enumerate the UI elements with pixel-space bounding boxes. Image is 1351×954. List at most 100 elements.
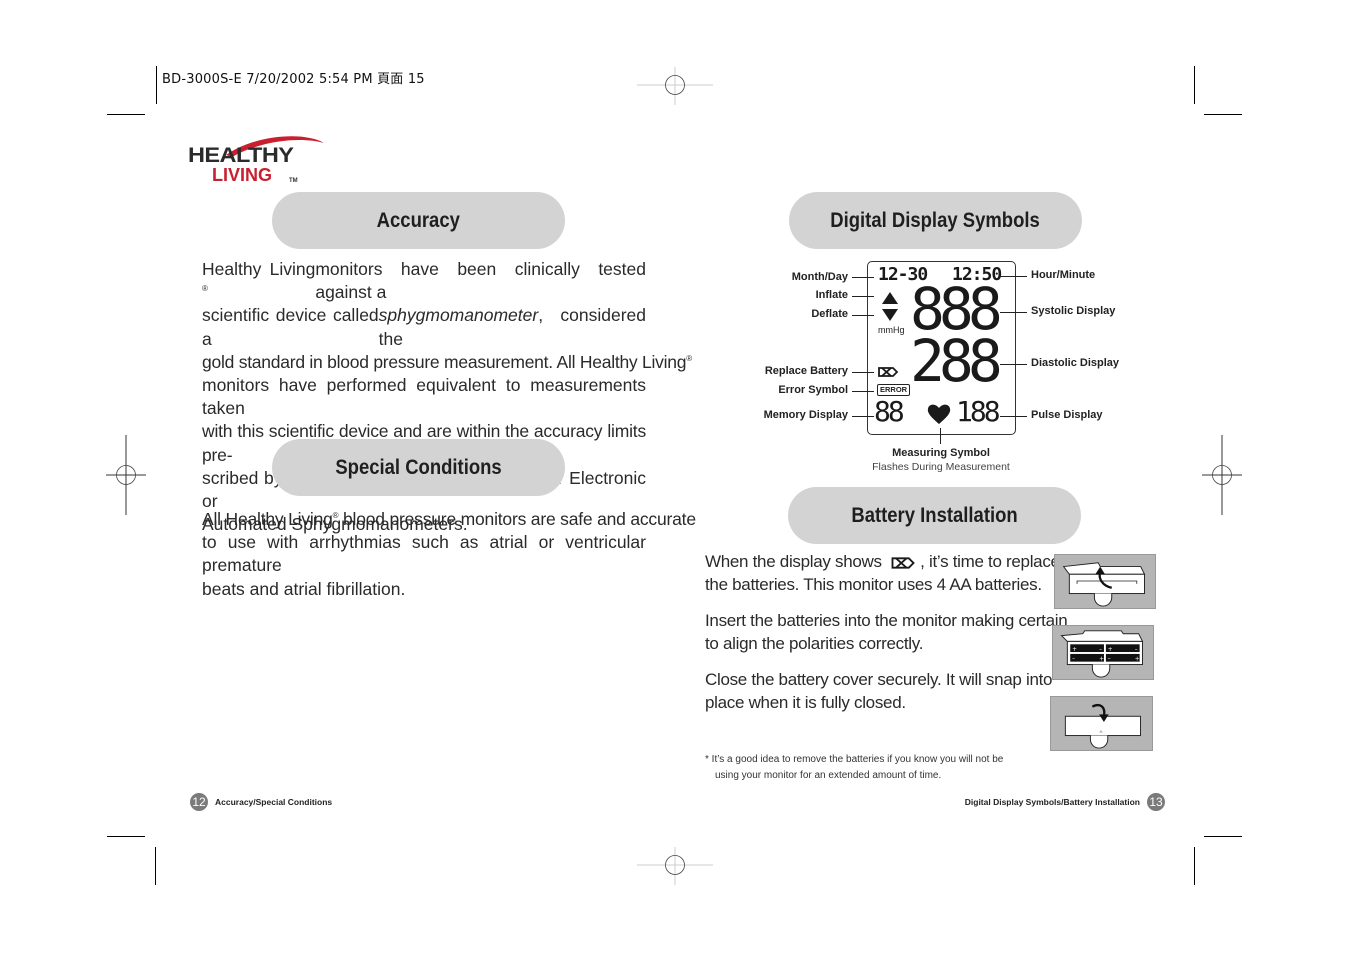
leader-line (1000, 276, 1027, 277)
healthy-living-logo: HEALTHY LIVING TM (186, 133, 326, 189)
special-conditions-heading-text: Special Conditions (335, 455, 502, 479)
battery-paragraph-1: When the display shows , it’s time to re… (705, 550, 1060, 596)
digital-display-heading-text: Digital Display Symbols (830, 208, 1041, 232)
battery-line: place when it is fully closed. (705, 693, 906, 713)
label-replace-battery: Replace Battery (764, 365, 848, 377)
label-month-day: Month/Day (791, 271, 848, 283)
svg-text:–: – (1072, 657, 1075, 663)
lcd-display-diagram: 12-30 12:50 mmHg 888 288 ERROR 88 188 (867, 261, 1016, 435)
svg-text:–: – (1135, 647, 1138, 653)
battery-line: Close the battery cover securely. It wil… (705, 670, 1053, 689)
lcd-unit: mmHg (878, 325, 905, 335)
replace-battery-icon (891, 556, 915, 569)
battery-heading-text: Battery Installation (851, 503, 1018, 527)
crop-mark (1204, 836, 1242, 837)
battery-paragraph-3: Close the battery cover securely. It wil… (705, 668, 1053, 714)
special-line: beats and atrial fibrillation. (202, 578, 406, 599)
battery-step-open-cover-illustration (1054, 554, 1156, 609)
footnote-line: using your monitor for an extended amoun… (715, 770, 942, 781)
battery-installation-heading: Battery Installation (788, 487, 1081, 544)
leader-line (940, 428, 941, 444)
label-deflate: Deflate (811, 308, 848, 320)
battery-footnote: * It’s a good idea to remove the batteri… (705, 752, 1003, 784)
accuracy-heading: Accuracy (272, 192, 565, 249)
special-conditions-heading: Special Conditions (272, 439, 565, 496)
page-number-12: 12 (190, 793, 208, 811)
text: gold standard in blood pressure measurem… (202, 351, 687, 372)
text: , it’s time to replace (920, 552, 1060, 571)
crop-mark (155, 847, 156, 885)
logo-living: LIVING (212, 165, 273, 185)
svg-text:–: – (1099, 647, 1102, 653)
battery-line: When the display shows , it’s time to re… (705, 550, 1060, 573)
label-memory-display: Memory Display (763, 409, 848, 421)
text: monitors have been clinically tested aga… (315, 259, 646, 303)
svg-text:+: + (1099, 657, 1104, 663)
crop-mark (156, 66, 157, 104)
svg-text:+: + (1072, 647, 1077, 653)
battery-step-insert-illustration: + – + – – + – + (1052, 625, 1154, 680)
svg-text:–: – (1108, 657, 1111, 663)
battery-line: the batteries. This monitor uses 4 AA ba… (705, 575, 1042, 595)
leader-line (1000, 364, 1027, 365)
accuracy-line: monitors have performed equivalent to me… (202, 375, 646, 419)
replace-battery-icon (878, 367, 899, 377)
lcd-pulse: 188 (956, 395, 1001, 428)
battery-line: Insert the batteries into the monitor ma… (705, 611, 1068, 630)
special-conditions-paragraph: All Healthy Living® blood pressure monit… (202, 508, 696, 601)
label-measuring-symbol: Measuring Symbol (892, 447, 990, 459)
registered-mark: ® (202, 284, 208, 294)
label-measuring-sub: Flashes During Measurement (872, 461, 1010, 473)
heart-measuring-icon (927, 404, 951, 424)
page-number-13: 13 (1147, 793, 1165, 811)
leader-line (852, 372, 874, 373)
text: blood pressure monitors are safe and acc… (338, 509, 696, 529)
leader-line (852, 416, 874, 417)
leader-line (852, 277, 874, 278)
digital-display-symbols-heading: Digital Display Symbols (789, 192, 1082, 249)
text: When the display shows (705, 552, 882, 571)
lcd-memory: 88 (874, 395, 905, 428)
crop-mark (1204, 114, 1242, 115)
lcd-diastolic: 288 (910, 327, 1003, 395)
italic-term: sphygmomanometer (378, 305, 539, 326)
leader-line (1000, 416, 1027, 417)
accuracy-line: scientific device called a sphygmomanome… (202, 304, 646, 350)
registration-mark-bottom (637, 847, 713, 885)
leader-line (852, 315, 874, 316)
accuracy-heading-text: Accuracy (376, 208, 461, 232)
special-line: to use with arrhythmias such as atrial o… (202, 532, 646, 576)
crop-mark (1194, 66, 1195, 104)
crop-mark (107, 114, 145, 115)
battery-line: to align the polarities correctly. (705, 634, 924, 654)
crop-mark (1194, 847, 1195, 885)
label-inflate: Inflate (815, 289, 848, 301)
print-slug: BD-3000S-E 7/20/2002 5:54 PM 頁面 15 (162, 72, 425, 87)
svg-text:+: + (1135, 657, 1140, 663)
special-line: All Healthy Living® blood pressure monit… (202, 508, 696, 531)
logo-tm: TM (289, 178, 298, 184)
label-hour-minute: Hour/Minute (1031, 269, 1096, 281)
leader-line (852, 296, 874, 297)
registration-mark-left (106, 435, 146, 515)
text: scientific device called a (202, 305, 379, 349)
crop-mark (107, 836, 145, 837)
label-error-symbol: Error Symbol (778, 384, 848, 396)
accuracy-line: Healthy Living ® monitors have been clin… (202, 258, 646, 304)
label-pulse-display: Pulse Display (1031, 409, 1103, 421)
label-systolic-display: Systolic Display (1031, 305, 1116, 317)
inflate-arrow-icon (882, 292, 898, 304)
registration-mark-right (1202, 435, 1242, 515)
right-footer-title: Digital Display Symbols/Battery Installa… (964, 797, 1140, 807)
text: All Healthy Living (202, 509, 333, 529)
registration-mark-top (637, 67, 713, 105)
accuracy-line: gold standard in blood pressure measurem… (202, 351, 692, 374)
battery-paragraph-2: Insert the batteries into the monitor ma… (705, 609, 1068, 655)
leader-line (852, 391, 874, 392)
svg-text:+: + (1108, 647, 1113, 653)
deflate-arrow-icon (882, 309, 898, 321)
label-diastolic-display: Diastolic Display (1031, 357, 1120, 369)
leader-line (1000, 312, 1027, 313)
battery-step-close-cover-illustration (1050, 696, 1153, 751)
text: Healthy Living (202, 259, 316, 279)
